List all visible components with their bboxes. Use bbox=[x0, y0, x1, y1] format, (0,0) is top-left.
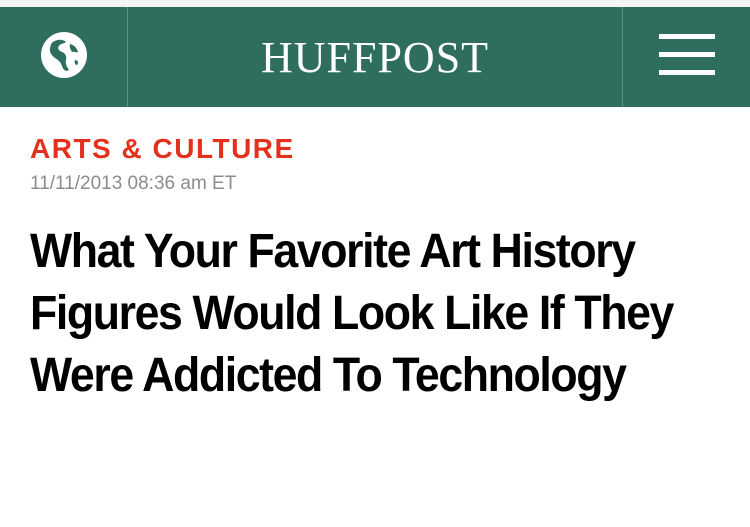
menu-button[interactable] bbox=[622, 7, 750, 107]
edition-button[interactable] bbox=[0, 7, 128, 107]
status-strip bbox=[0, 0, 750, 7]
article-headline: What Your Favorite Art History Figures W… bbox=[30, 225, 674, 402]
site-logo[interactable]: HUFFPOST bbox=[261, 32, 489, 83]
article-timestamp: 11/11/2013 08:36 am ET bbox=[30, 173, 237, 194]
hamburger-menu-icon bbox=[657, 32, 717, 83]
logo-area[interactable]: HUFFPOST bbox=[128, 7, 622, 107]
article-header: ARTS & CULTURE 11/11/2013 08:36 am ET Wh… bbox=[0, 107, 750, 407]
globe-icon bbox=[39, 30, 89, 85]
site-header: HUFFPOST bbox=[0, 7, 750, 107]
section-label[interactable]: ARTS & CULTURE bbox=[30, 133, 720, 165]
